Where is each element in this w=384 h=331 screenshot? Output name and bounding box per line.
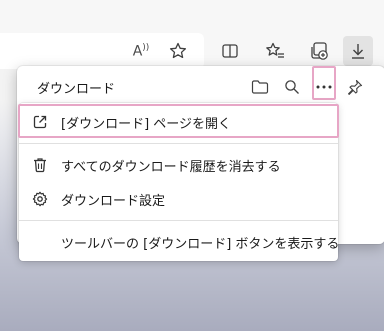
search-icon bbox=[285, 80, 299, 94]
favorites-button[interactable] bbox=[260, 36, 290, 66]
gear-icon bbox=[31, 190, 49, 208]
menu-item-label: ツールバーの [ダウンロード] ボタンを表示する bbox=[61, 236, 340, 252]
split-screen-button[interactable] bbox=[215, 36, 245, 66]
menu-divider bbox=[19, 143, 338, 144]
favorite-star-button[interactable] bbox=[163, 36, 193, 66]
pin-icon bbox=[348, 79, 363, 95]
menu-item-clear-history[interactable]: すべてのダウンロード履歴を消去する bbox=[19, 148, 338, 182]
read-aloud-icon: A)) bbox=[132, 42, 150, 60]
pin-panel-button[interactable] bbox=[342, 74, 368, 100]
read-aloud-button[interactable]: A)) bbox=[126, 36, 156, 66]
menu-item-download-settings[interactable]: ダウンロード設定 bbox=[19, 182, 338, 216]
collections-icon bbox=[311, 42, 328, 60]
collections-button[interactable] bbox=[304, 36, 334, 66]
more-options-highlight bbox=[312, 66, 336, 100]
menu-item-label: [ダウンロード] ページを開く bbox=[61, 116, 232, 132]
downloads-panel-title: ダウンロード bbox=[37, 82, 116, 97]
favorites-list-icon bbox=[266, 42, 284, 58]
menu-item-label: ダウンロード設定 bbox=[61, 193, 166, 209]
open-external-icon bbox=[31, 113, 49, 131]
more-options-menu: [ダウンロード] ページを開く すべてのダウンロード履歴を消去する ダウンロード… bbox=[18, 103, 340, 261]
star-outline-icon bbox=[169, 42, 187, 59]
open-folder-button[interactable] bbox=[247, 74, 273, 100]
menu-item-open-downloads-page[interactable]: [ダウンロード] ページを開く bbox=[18, 104, 339, 139]
download-arrow-icon bbox=[352, 44, 364, 59]
split-screen-icon bbox=[222, 44, 238, 58]
menu-item-label: すべてのダウンロード履歴を消去する bbox=[61, 159, 281, 175]
browser-toolbar: A)) bbox=[0, 0, 384, 69]
trash-icon bbox=[31, 156, 49, 174]
menu-divider bbox=[19, 220, 338, 221]
menu-item-show-toolbar-button[interactable]: ツールバーの [ダウンロード] ボタンを表示する bbox=[19, 225, 340, 259]
folder-icon bbox=[251, 80, 269, 94]
search-downloads-button[interactable] bbox=[279, 74, 305, 100]
downloads-button[interactable] bbox=[343, 36, 373, 66]
